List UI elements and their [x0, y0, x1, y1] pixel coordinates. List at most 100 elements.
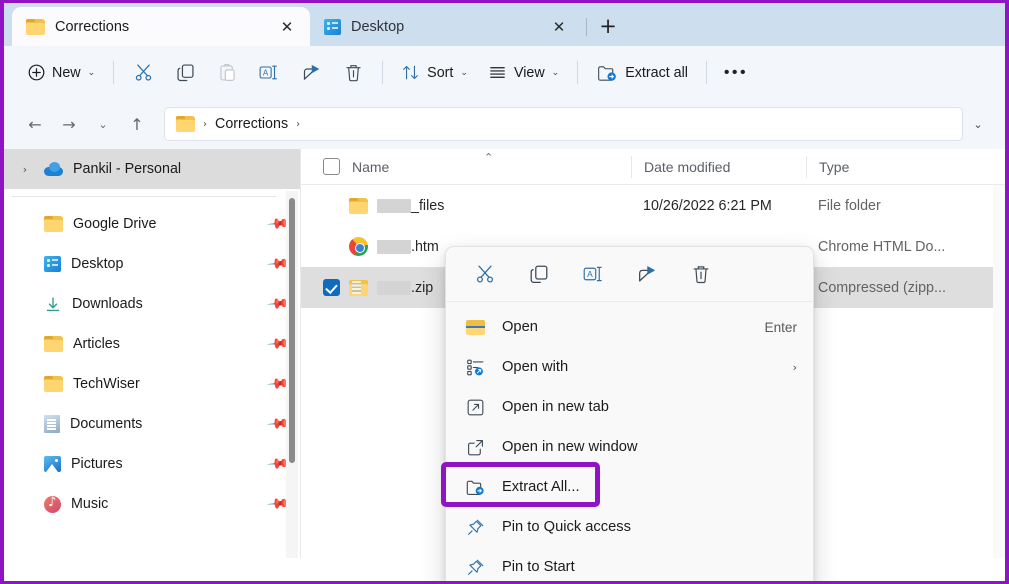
file-list-scrollbar[interactable] [993, 185, 1005, 558]
more-options-button[interactable]: ••• [715, 56, 757, 90]
menu-item-open[interactable]: Open Enter [450, 307, 809, 347]
new-button-label: New [52, 64, 81, 81]
context-menu: A Open Enter Open with › Open in new tab… [445, 246, 814, 581]
paste-button[interactable] [206, 56, 248, 90]
delete-button[interactable] [676, 255, 726, 293]
row-checkbox[interactable] [323, 279, 340, 296]
sidebar-item-downloads[interactable]: Downloads 📌 [4, 284, 300, 324]
sidebar-item-techwiser[interactable]: TechWiser 📌 [4, 364, 300, 404]
view-icon [490, 67, 505, 78]
type-cell: Chrome HTML Do... [818, 238, 946, 255]
sidebar-item-pictures[interactable]: Pictures 📌 [4, 444, 300, 484]
column-header-type[interactable]: Type [806, 155, 1005, 178]
share-button[interactable] [622, 255, 672, 293]
context-menu-items: Open Enter Open with › Open in new tab O… [446, 302, 813, 581]
view-button[interactable]: View ⌄ [478, 56, 569, 90]
table-row[interactable]: _files 10/26/2022 6:21 PM File folder [301, 185, 1005, 226]
copy-icon [177, 64, 194, 82]
recent-locations-button[interactable]: ⌄ [86, 108, 120, 140]
type-cell: Compressed (zipp... [818, 279, 946, 296]
menu-item-accelerator: Enter [764, 319, 798, 335]
copy-button[interactable] [164, 56, 206, 90]
view-button-label: View [513, 64, 545, 81]
sidebar-item-desktop[interactable]: Desktop 📌 [4, 244, 300, 284]
sidebar-item-documents[interactable]: Documents 📌 [4, 404, 300, 444]
menu-item-pin-to-start[interactable]: Pin to Start [450, 547, 809, 581]
chevron-down-icon: ⌄ [87, 67, 96, 78]
address-bar[interactable]: › Corrections › [164, 107, 963, 141]
rename-button[interactable]: A [248, 56, 290, 90]
documents-icon [44, 415, 60, 433]
desktop-icon [44, 256, 61, 272]
new-button[interactable]: New ⌄ [18, 56, 105, 90]
folder-icon [26, 18, 45, 35]
sidebar-item-onedrive[interactable]: › Pankil - Personal [4, 149, 300, 189]
column-header-date-modified[interactable]: Date modified [631, 155, 806, 178]
sort-ascending-icon: ⌃ [484, 151, 494, 164]
toolbar-divider [113, 61, 115, 84]
forward-button[interactable]: → [52, 108, 86, 140]
tab-corrections[interactable]: Corrections ✕ [12, 7, 310, 46]
up-button[interactable]: ↑ [120, 108, 154, 140]
sidebar-item-music[interactable]: Music 📌 [4, 484, 300, 524]
copy-button[interactable] [514, 255, 564, 293]
trash-icon [693, 266, 709, 284]
file-name-text: _files [377, 198, 444, 214]
context-menu-toolbar: A [446, 247, 813, 302]
extract-all-button[interactable]: Extract all [586, 56, 698, 90]
new-window-icon [464, 438, 486, 457]
new-tab-icon[interactable]: + [591, 9, 625, 43]
folder-open-icon [464, 319, 486, 335]
sidebar-item-google-drive[interactable]: Google Drive 📌 [4, 204, 300, 244]
menu-item-label: Open in new tab [502, 399, 609, 415]
toolbar-divider [705, 61, 707, 84]
back-button[interactable]: ← [18, 108, 52, 140]
close-icon[interactable]: ✕ [274, 14, 300, 40]
chevron-right-icon: › [792, 360, 797, 374]
redacted-name [377, 280, 411, 295]
delete-button[interactable] [332, 56, 374, 90]
share-button[interactable] [290, 56, 332, 90]
sort-icon [403, 65, 419, 80]
menu-item-open-with[interactable]: Open with › [450, 347, 809, 387]
rename-button[interactable]: A [568, 255, 618, 293]
menu-item-open-in-new-tab[interactable]: Open in new tab [450, 387, 809, 427]
sidebar-scrollbar-thumb[interactable] [289, 198, 295, 463]
breadcrumb-item-corrections[interactable]: Corrections [215, 116, 288, 132]
cut-icon [476, 265, 494, 283]
sidebar-item-label: TechWiser [73, 376, 140, 392]
address-dropdown-icon[interactable]: ⌄ [963, 108, 993, 140]
date-modified-cell: 10/26/2022 6:21 PM [643, 197, 772, 214]
cut-button[interactable] [122, 56, 164, 90]
sidebar-item-label: Music [71, 496, 109, 512]
open-with-icon [464, 358, 486, 377]
sidebar-item-label: Desktop [71, 256, 124, 272]
redacted-name [377, 239, 411, 254]
column-header-name[interactable]: Name [301, 158, 631, 175]
new-tab-icon [464, 398, 486, 417]
rename-icon: A [583, 266, 602, 282]
tab-desktop[interactable]: Desktop ✕ [310, 7, 582, 46]
tab-divider [586, 18, 587, 36]
column-headers: Name Date modified Type ⌃ [301, 149, 1005, 185]
chevron-down-icon: ⌄ [551, 67, 560, 78]
sidebar-item-label: Articles [73, 336, 120, 352]
sort-button-label: Sort [427, 64, 454, 81]
cut-button[interactable] [460, 255, 510, 293]
sidebar-item-articles[interactable]: Articles 📌 [4, 324, 300, 364]
sort-button[interactable]: Sort ⌄ [391, 56, 478, 90]
chevron-down-icon: ⌄ [460, 67, 468, 78]
rename-icon: A [259, 65, 278, 80]
menu-item-open-in-new-window[interactable]: Open in new window [450, 427, 809, 467]
menu-item-extract-all[interactable]: Extract All... [450, 467, 809, 507]
select-all-checkbox[interactable] [323, 158, 340, 175]
column-header-label: Name [352, 158, 390, 175]
sidebar-item-label: Downloads [72, 296, 143, 312]
close-icon[interactable]: ✕ [546, 14, 572, 40]
extract-all-label: Extract all [625, 64, 688, 81]
menu-item-pin-to-quick-access[interactable]: Pin to Quick access [450, 507, 809, 547]
breadcrumb-separator: › [296, 118, 301, 130]
command-bar: New ⌄ A Sort ⌄ View ⌄ Extract all ••• [4, 46, 1005, 99]
chevron-right-icon[interactable]: › [16, 163, 34, 176]
folder-icon [176, 116, 195, 132]
